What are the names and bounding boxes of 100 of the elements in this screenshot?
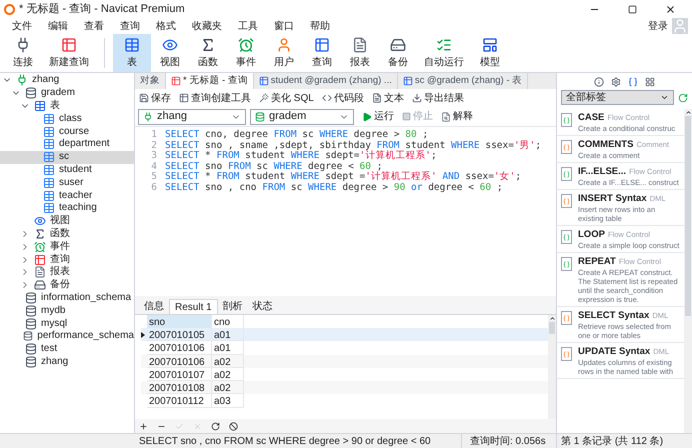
login-link[interactable]: 登录 (648, 18, 668, 34)
result-tab[interactable]: 状态 (248, 299, 278, 314)
tree-label: gradem (41, 88, 75, 98)
tree-label: mysql (41, 318, 68, 329)
info-icon[interactable] (594, 76, 604, 86)
menu-item[interactable]: 查看 (76, 18, 112, 34)
toolbar-button[interactable]: 新建查询 (42, 34, 96, 72)
add-icon[interactable] (139, 422, 148, 430)
tree-item[interactable]: 报表 (0, 266, 134, 279)
tree-item[interactable]: zhang (0, 356, 134, 368)
tree-item[interactable]: 函数 (0, 228, 134, 240)
query-toolbar-button[interactable]: 查询创建工具 (179, 90, 251, 106)
menu-item[interactable]: 文件 (4, 18, 40, 34)
tree-item[interactable]: performance_schema (0, 330, 134, 343)
toolbar-button[interactable]: 报表 (341, 34, 379, 72)
query-toolbar-button[interactable]: 保存 (139, 90, 171, 106)
query-toolbar-button[interactable]: 代码段 (322, 90, 364, 106)
toolbar-button[interactable]: 模型 (471, 34, 509, 72)
tree-item[interactable]: department (0, 138, 134, 151)
menu-item[interactable]: 格式 (148, 18, 184, 34)
toolbar-button[interactable]: 表 (113, 34, 151, 72)
tree-item[interactable]: 备份 (0, 278, 134, 292)
tree-item[interactable]: gradem (0, 86, 134, 100)
run-toolbar-button[interactable]: 运行 (362, 109, 394, 124)
toolbar-button[interactable]: 用户 (265, 34, 303, 72)
grid-icon[interactable] (645, 76, 655, 86)
tree-item[interactable]: 事件 (0, 240, 134, 254)
tree-item[interactable]: teacher (0, 189, 134, 202)
menu-item[interactable]: 编辑 (40, 18, 76, 34)
result-tab[interactable]: Result 1 (169, 299, 218, 314)
database-icon (23, 330, 34, 342)
code-line: SELECT sno , cno FROM sc WHERE degree > 90 or degree < 60 ; (165, 182, 503, 194)
run-toolbar-button[interactable]: 解释 (441, 109, 473, 124)
menu-item[interactable]: 工具 (230, 18, 266, 34)
connection-select[interactable]: zhang (138, 108, 246, 124)
snippet-file-icon (561, 257, 572, 271)
settings-icon[interactable] (611, 76, 621, 86)
tree-item[interactable]: 视图 (0, 214, 134, 228)
tree-item[interactable]: 表 (0, 100, 134, 112)
refresh-icon[interactable] (211, 422, 220, 430)
snippet-title: COMMENTS (578, 139, 634, 150)
scroll-up-icon[interactable] (684, 109, 692, 116)
database-select[interactable]: gradem (250, 108, 354, 124)
scroll-thumb[interactable] (685, 116, 691, 316)
toolbar-button[interactable]: 连接 (4, 34, 42, 72)
tree-label: class (59, 114, 82, 124)
toolbar-button[interactable]: 函数 (189, 34, 227, 72)
result-row[interactable]: 2007010108 a02 (141, 381, 548, 394)
tree-item[interactable]: mysql (0, 317, 134, 330)
tree-item[interactable]: student (0, 164, 134, 176)
toolbar-button[interactable]: 查询 (303, 34, 341, 72)
braces-icon[interactable] (628, 76, 638, 86)
menu-item[interactable]: 查询 (112, 18, 148, 34)
tree-label: information_schema (41, 292, 132, 303)
wand-icon (259, 93, 269, 103)
sql-editor[interactable] (135, 126, 556, 296)
alarm-clock-icon (238, 36, 254, 52)
toolbar-button[interactable]: 视图 (151, 34, 189, 72)
tree-item[interactable]: test (0, 342, 134, 356)
status-sql: SELECT sno , cno FROM sc WHERE degree > 90 or degree < 60 (138, 434, 432, 448)
tree-item[interactable]: information_schema (0, 292, 134, 304)
toolbar-button[interactable]: 备份 (379, 34, 417, 72)
query-toolbar-button[interactable]: 美化 SQL (259, 90, 314, 106)
toolbar-button[interactable]: 自动运行 (417, 34, 471, 72)
tree-label: 视图 (50, 216, 70, 226)
row-pointer-icon (141, 332, 145, 338)
snippet-title: SELECT Syntax (578, 310, 650, 321)
tree-item[interactable]: sc (0, 150, 134, 164)
query-toolbar-button[interactable]: 文本 (372, 90, 404, 106)
explain-icon (441, 112, 451, 122)
code-line: SELECT sno FROM sc WHERE degree < 60 ; (165, 162, 382, 172)
tree-item[interactable]: course (0, 125, 134, 138)
database-icon (255, 112, 265, 122)
scroll-up-icon[interactable] (548, 315, 556, 322)
menu-item[interactable]: 帮助 (302, 18, 338, 34)
tree-item[interactable]: zhang (0, 74, 134, 87)
stop-icon[interactable] (229, 422, 238, 430)
tree-label: 函数 (50, 228, 70, 239)
document-tab[interactable]: * 无标题 - 查询 (166, 73, 254, 89)
column-header[interactable]: sno (147, 315, 212, 328)
result-row[interactable]: 2007010106 a02 (141, 354, 548, 368)
tree-item[interactable]: 查询 (0, 253, 134, 266)
scroll-thumb[interactable] (549, 322, 555, 334)
tree-item[interactable]: mydb (0, 304, 134, 318)
query-toolbar-button[interactable]: 导出结果 (412, 90, 464, 106)
close-icon[interactable] (665, 4, 676, 14)
maximize-icon[interactable] (628, 4, 637, 14)
menu-item[interactable]: 收藏夹 (184, 18, 230, 34)
menu-item[interactable]: 窗口 (266, 18, 302, 34)
toolbar-button[interactable]: 事件 (227, 34, 265, 72)
result-tab[interactable]: 剖析 (218, 299, 248, 314)
tree-item[interactable]: teaching (0, 202, 134, 215)
check-icon[interactable] (175, 422, 184, 430)
tree-item[interactable]: suser (0, 176, 134, 190)
plug-icon (16, 74, 28, 86)
tree-item[interactable]: class (0, 112, 134, 126)
result-row[interactable]: 2007010105 a01 (141, 328, 548, 342)
result-tab[interactable]: 信息 (139, 299, 169, 314)
tree-label: suser (59, 178, 84, 188)
tag-filter-select[interactable]: 全部标签 (561, 90, 674, 105)
